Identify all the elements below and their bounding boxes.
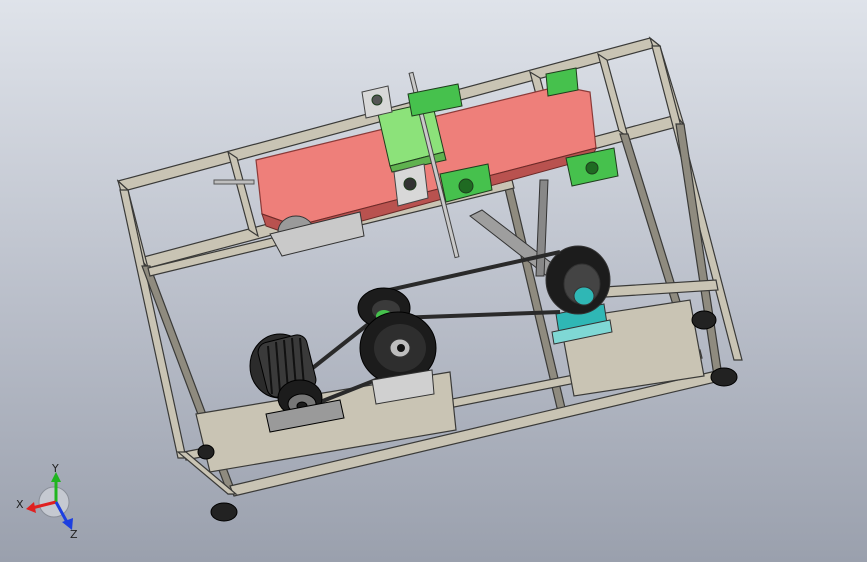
caster-wheel-rear-right	[691, 310, 717, 330]
caster-wheel-front-left	[210, 502, 238, 522]
triad-y-label: Y	[51, 462, 59, 475]
triad-x-label: X	[16, 498, 24, 511]
caster-wheel-front-right	[710, 367, 738, 387]
tensioner-lower-bolt	[403, 177, 417, 191]
bearing-block-right-hub	[585, 161, 599, 175]
triad-x-arrowhead	[26, 502, 36, 513]
left-axle-rod	[213, 179, 255, 185]
bearing-block-center-hub	[458, 178, 474, 194]
coordinate-triad: Y X Z	[16, 462, 78, 541]
large-pulley-bore	[397, 344, 405, 352]
triad-z-label: Z	[70, 528, 78, 541]
frame-top-mid-crossbar-1	[596, 52, 630, 139]
idler-pulley-right-hub	[573, 286, 595, 306]
tensioner-upper-bolt	[371, 94, 383, 106]
caster-wheel-rear-left	[197, 444, 215, 460]
frame-top-mid-crossbar-2	[227, 150, 259, 238]
cad-viewport[interactable]	[0, 0, 867, 562]
frame-leg-rear-left	[119, 189, 187, 459]
